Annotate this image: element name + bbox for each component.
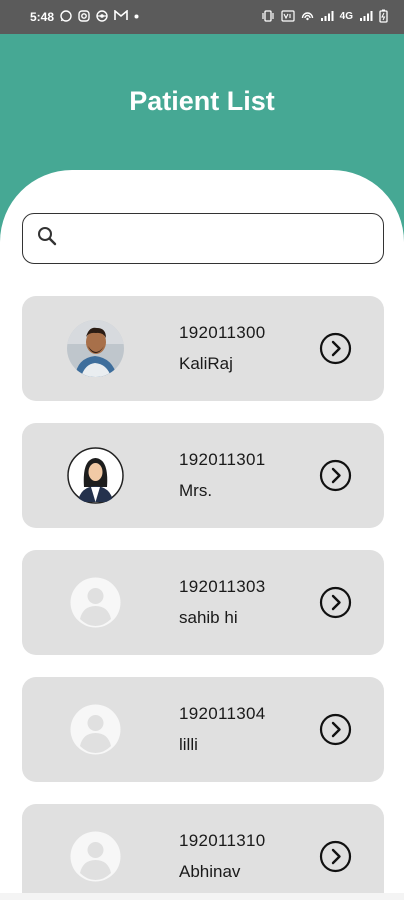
whatsapp-icon (60, 9, 72, 25)
patient-id: 192011303 (179, 577, 266, 596)
patient-name: sahib hi (179, 608, 238, 627)
patient-name: lilli (179, 735, 198, 754)
patient-card[interactable]: 192011310 Abhinav (22, 804, 384, 900)
patient-id: 192011300 (179, 323, 266, 342)
search-input[interactable] (65, 214, 373, 263)
chevron-right-circle-icon[interactable] (319, 713, 352, 746)
page-title: Patient List (129, 86, 275, 116)
hotspot-icon (301, 10, 314, 25)
battery-icon (379, 9, 388, 26)
patient-card[interactable]: 192011301 Mrs. (22, 423, 384, 528)
signal-icon (320, 10, 334, 25)
bottom-edge (0, 893, 404, 900)
volte-icon (281, 9, 295, 25)
search-box[interactable] (22, 213, 384, 264)
chevron-right-circle-icon[interactable] (319, 840, 352, 873)
content-sheet (0, 170, 404, 900)
patient-name: KaliRaj (179, 354, 233, 373)
instagram-icon (78, 9, 90, 25)
chevron-right-circle-icon[interactable] (319, 586, 352, 619)
patient-photo-avatar (67, 320, 124, 377)
default-user-icon (67, 701, 124, 758)
status-left: 5:48 (30, 9, 139, 25)
patient-id: 192011301 (179, 450, 266, 469)
vibrate-icon (261, 9, 275, 25)
patient-card[interactable]: 192011303 sahib hi (22, 550, 384, 655)
patient-illustration-avatar (67, 447, 124, 504)
patient-card[interactable]: 192011304 lilli (22, 677, 384, 782)
default-user-icon (67, 828, 124, 885)
dot-icon (134, 12, 139, 22)
chrome-icon (96, 9, 108, 25)
network-label: 4G (339, 11, 353, 22)
patient-name: Mrs. (179, 481, 213, 500)
patient-name: Abhinav (179, 862, 241, 881)
status-time: 5:48 (30, 10, 55, 24)
patient-id: 192011304 (179, 704, 266, 723)
status-right: 4G (261, 9, 388, 26)
signal-icon-2 (359, 10, 373, 25)
gmail-icon (114, 9, 128, 24)
default-user-icon (67, 574, 124, 631)
search-icon (37, 226, 57, 251)
chevron-right-circle-icon[interactable] (319, 332, 352, 365)
patient-card[interactable]: 192011300 KaliRaj (22, 296, 384, 401)
status-bar: 5:48 4G (0, 0, 404, 34)
chevron-right-circle-icon[interactable] (319, 459, 352, 492)
patient-id: 192011310 (179, 831, 266, 850)
